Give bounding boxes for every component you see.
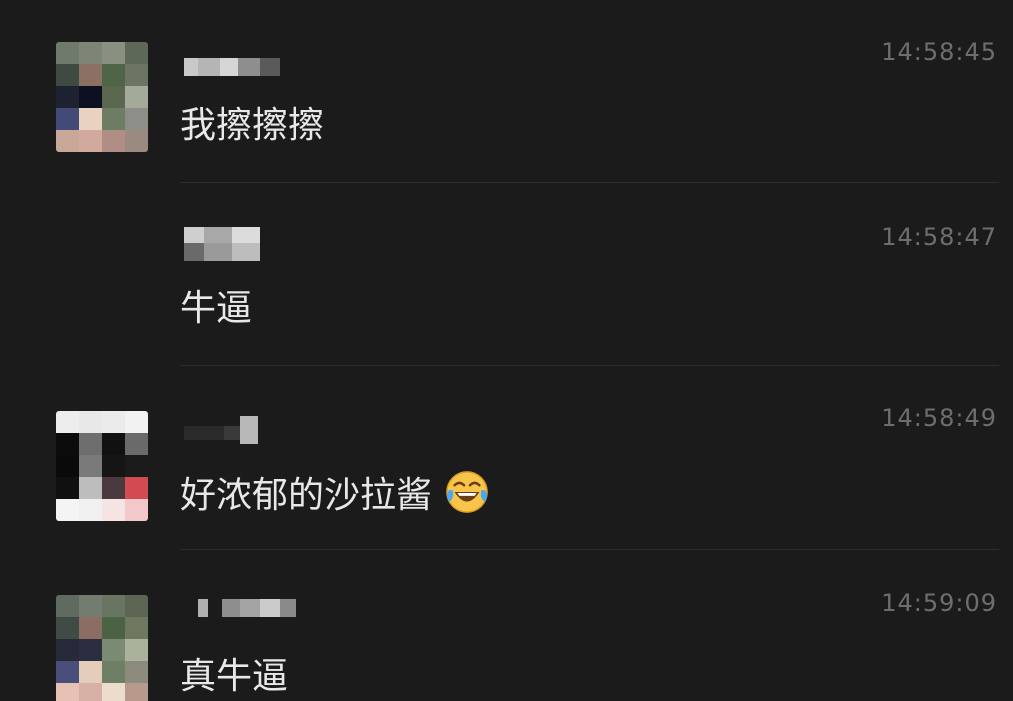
chat-message: 14:58:45 我擦擦擦: [0, 0, 1013, 183]
message-text[interactable]: 我擦擦擦: [180, 96, 324, 148]
chat-message-list[interactable]: 14:58:45 我擦擦擦 14:58:47 牛逼 14:58:49 好浓郁的沙…: [0, 0, 1013, 701]
sender-name-redacted: [184, 227, 268, 261]
avatar[interactable]: [56, 42, 148, 152]
chat-message: 14:58:49 好浓郁的沙拉酱: [0, 366, 1013, 550]
message-timestamp: 14:58:49: [881, 404, 997, 432]
chat-message: 14:58:47 牛逼: [0, 183, 1013, 366]
tears-of-joy-emoji: [446, 471, 488, 513]
sender-name-redacted: [184, 416, 264, 444]
message-timestamp: 14:58:47: [881, 223, 997, 251]
message-timestamp: 14:58:45: [881, 38, 997, 66]
message-text[interactable]: 牛逼: [180, 279, 252, 331]
avatar[interactable]: [56, 595, 148, 701]
message-text[interactable]: 好浓郁的沙拉酱: [180, 466, 490, 518]
message-timestamp: 14:59:09: [881, 589, 997, 617]
message-text-content: 好浓郁的沙拉酱: [180, 475, 433, 516]
chat-message: 14:59:09 真牛逼: [0, 549, 1013, 701]
avatar[interactable]: [56, 411, 148, 521]
sender-name-redacted: [184, 599, 296, 617]
sender-name-redacted: [184, 58, 280, 76]
message-text[interactable]: 真牛逼: [180, 647, 288, 699]
